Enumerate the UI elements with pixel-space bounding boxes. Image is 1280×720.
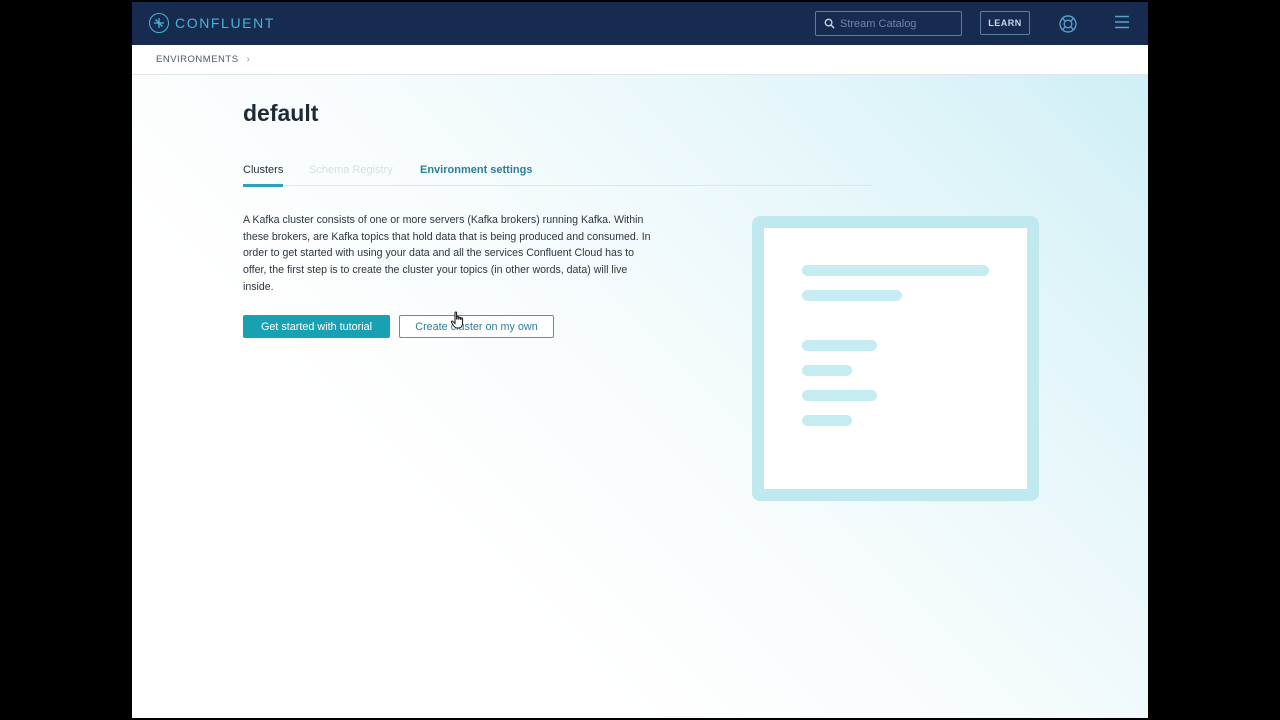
search-icon — [824, 18, 835, 29]
tab-bar: Clusters Schema Registry Environment set… — [243, 162, 873, 187]
breadcrumb-item-environments[interactable]: ENVIRONMENTS — [156, 54, 239, 65]
illustration-panel — [764, 228, 1027, 489]
cluster-description: A Kafka cluster consists of one or more … — [243, 214, 651, 293]
app-window: CONFLUENT LEARN ENVIRONMENTS › default C… — [132, 2, 1148, 718]
page-title: default — [243, 100, 319, 126]
tab-schema-registry: Schema Registry — [309, 164, 393, 184]
get-started-tutorial-button[interactable]: Get started with tutorial — [243, 315, 390, 338]
top-navigation-bar: CONFLUENT LEARN — [132, 2, 1148, 45]
breadcrumb: ENVIRONMENTS › — [132, 45, 1148, 75]
illustration-line — [802, 365, 852, 376]
illustration-line — [802, 340, 877, 351]
learn-button[interactable]: LEARN — [980, 11, 1030, 35]
illustration-line — [802, 390, 877, 401]
hamburger-menu-icon[interactable] — [1114, 14, 1130, 30]
confluent-logo-icon — [149, 13, 169, 33]
create-cluster-button[interactable]: Create cluster on my own — [399, 315, 554, 338]
brand-logo[interactable]: CONFLUENT — [149, 13, 275, 33]
tab-clusters[interactable]: Clusters — [243, 164, 284, 187]
chevron-right-icon: › — [246, 54, 250, 65]
illustration-line — [802, 290, 902, 301]
stream-catalog-search[interactable] — [815, 11, 962, 36]
illustration-line — [802, 265, 989, 276]
main-content: default Clusters Schema Registry Environ… — [132, 75, 1148, 718]
search-input[interactable] — [840, 17, 958, 30]
cluster-illustration — [752, 216, 1039, 501]
illustration-line — [802, 415, 852, 426]
hand-pointer-icon — [450, 311, 464, 329]
brand-name: CONFLUENT — [175, 15, 275, 31]
tab-environment-settings[interactable]: Environment settings — [420, 164, 532, 184]
lifebuoy-icon[interactable] — [1058, 14, 1078, 34]
